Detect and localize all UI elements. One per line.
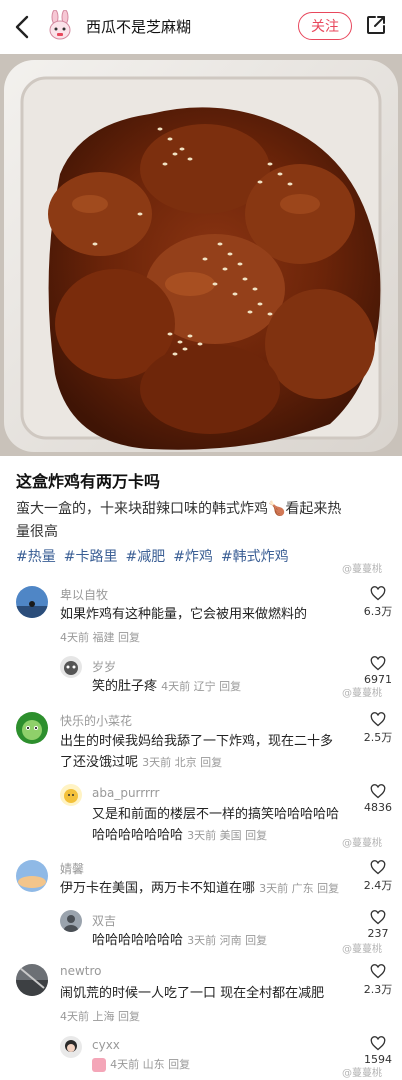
road-avatar-icon [16, 964, 48, 996]
watermark: @蔓蔓桃 [342, 944, 382, 955]
comment-text: 出生的时候我妈给我舔了一下炸鸡，现在二十多 [60, 734, 334, 749]
like-button[interactable]: 4836 [358, 784, 398, 814]
comment-meta[interactable]: 4天前 上海 回复 [60, 1008, 140, 1024]
like-button[interactable]: 2.5万 [358, 712, 398, 745]
reply-meta[interactable]: 4天前 辽宁 回复 [161, 680, 241, 693]
comment-meta[interactable]: 3天前 北京 回复 [142, 756, 222, 769]
comment-meta[interactable]: 3天前 广东 回复 [259, 882, 339, 895]
tag-link[interactable]: #热量 [16, 546, 56, 566]
heart-icon [370, 1036, 386, 1051]
comment-text-content: 伊万卡在美国，两万卡不知道在哪 [60, 881, 256, 896]
bunny-avatar-icon [49, 9, 71, 40]
like-count: 6.3万 [363, 605, 393, 618]
reply-text-content: 哈哈哈哈哈哈哈 [92, 933, 184, 948]
tag-list: #热量 #卡路里 #减肥 #炸鸡 #韩式炸鸡 [16, 546, 396, 566]
tag-link[interactable]: #韩式炸鸡 [221, 546, 289, 566]
reply-text-content: 哈哈哈哈哈哈哈 [92, 828, 184, 843]
duck-avatar-icon [60, 784, 82, 806]
tag-link[interactable]: #卡路里 [64, 546, 118, 566]
comment-text: 如果炸鸡有这种能量，它会被用来做燃料的 [60, 607, 308, 622]
watermark: @蔓蔓桃 [342, 838, 382, 849]
heart-icon [370, 586, 386, 601]
reply-text-line2: 哈哈哈哈哈哈哈 3天前 美国 回复 [92, 825, 267, 846]
frog-avatar-icon [16, 712, 48, 744]
reply-avatar[interactable] [60, 784, 82, 806]
commenter-avatar[interactable] [16, 860, 48, 892]
sky-avatar-icon [16, 586, 48, 618]
reply-meta[interactable]: 3天前 美国 回复 [187, 829, 267, 842]
reply-text: 哈哈哈哈哈哈哈 3天前 河南 回复 [92, 930, 267, 951]
post-image[interactable] [0, 54, 402, 456]
post-body-line: 蛮大一盒的，十来块甜辣口味的韩式炸鸡🍗看起来热 [16, 501, 342, 517]
like-button[interactable]: 6.3万 [358, 586, 398, 619]
heart-icon [370, 910, 386, 925]
commenter-name[interactable]: 卑以自牧 [60, 586, 108, 603]
comment-text: 闹饥荒的时候一人吃了一口 现在全村都在减肥 [60, 986, 325, 1001]
like-button[interactable]: 2.3万 [358, 964, 398, 997]
reply-text: 笑的肚子疼 4天前 辽宁 回复 [92, 676, 241, 697]
reply-text-content: 笑的肚子疼 [92, 679, 158, 694]
like-count: 2.4万 [363, 879, 393, 892]
like-button[interactable]: 6971 [358, 656, 398, 686]
reply-meta[interactable]: 4天前 山东 回复 [110, 1058, 190, 1071]
tag-link[interactable]: #减肥 [125, 546, 165, 566]
commenter-name[interactable]: 快乐的小菜花 [60, 712, 132, 729]
reply-text: 4天前 山东 回复 [92, 1054, 190, 1075]
watermark: @蔓蔓桃 [342, 688, 382, 699]
like-count: 4836 [364, 801, 392, 814]
sticker-icon [92, 1057, 106, 1072]
commenter-avatar[interactable] [16, 712, 48, 744]
author-name[interactable]: 西瓜不是芝麻糊 [86, 16, 191, 37]
share-icon[interactable] [365, 14, 387, 36]
like-button[interactable]: 237 [358, 910, 398, 940]
replier-name[interactable]: 双吉 [92, 912, 116, 929]
post-body: 蛮大一盒的，十来块甜辣口味的韩式炸鸡🍗看起来热 量很高 [16, 498, 388, 544]
reply-meta[interactable]: 3天前 河南 回复 [187, 934, 267, 947]
like-count: 237 [367, 927, 389, 940]
replier-name[interactable]: aba_purrrrr [92, 786, 159, 800]
tag-link[interactable]: #炸鸡 [173, 546, 213, 566]
like-count: 2.3万 [363, 983, 393, 996]
watermark: @蔓蔓桃 [342, 564, 382, 575]
comment-meta[interactable]: 4天前 福建 回复 [60, 629, 140, 645]
girl-avatar-icon [60, 1036, 82, 1058]
reply-avatar[interactable] [60, 656, 82, 678]
reply-text: 又是和前面的楼层不一样的搞笑哈哈哈哈哈 [92, 807, 340, 822]
watermark: @蔓蔓桃 [342, 1068, 382, 1079]
cat-avatar-icon [60, 656, 82, 678]
commenter-name[interactable]: 婧馨 [60, 860, 84, 877]
back-arrow-icon[interactable] [12, 14, 34, 40]
fried-chicken-photo [0, 54, 402, 456]
comment-text-line2: 了还没饿过呢 3天前 北京 回复 [60, 752, 222, 773]
replier-name[interactable]: 岁岁 [92, 658, 116, 675]
heart-icon [370, 784, 386, 799]
heart-icon [370, 860, 386, 875]
post-body-line: 量很高 [16, 524, 58, 540]
sunset-avatar-icon [16, 860, 48, 892]
comment-text-content: 了还没饿过呢 [60, 755, 139, 770]
author-avatar[interactable] [46, 9, 74, 42]
heart-icon [370, 712, 386, 727]
heart-icon [370, 964, 386, 979]
comment-text: 伊万卡在美国，两万卡不知道在哪 3天前 广东 回复 [60, 878, 339, 899]
heart-icon [370, 656, 386, 671]
person-avatar-icon [60, 910, 82, 932]
like-button[interactable]: 2.4万 [358, 860, 398, 893]
commenter-name[interactable]: newtro [60, 964, 102, 978]
follow-button[interactable]: 关注 [298, 12, 352, 40]
like-button[interactable]: 1594 [358, 1036, 398, 1066]
replier-name[interactable]: cyxx [92, 1038, 120, 1052]
reply-avatar[interactable] [60, 910, 82, 932]
post-title: 这盒炸鸡有两万卡吗 [16, 472, 161, 491]
like-count: 2.5万 [363, 731, 393, 744]
commenter-avatar[interactable] [16, 586, 48, 618]
reply-avatar[interactable] [60, 1036, 82, 1058]
top-bar: 西瓜不是芝麻糊 关注 [0, 0, 402, 54]
commenter-avatar[interactable] [16, 964, 48, 996]
